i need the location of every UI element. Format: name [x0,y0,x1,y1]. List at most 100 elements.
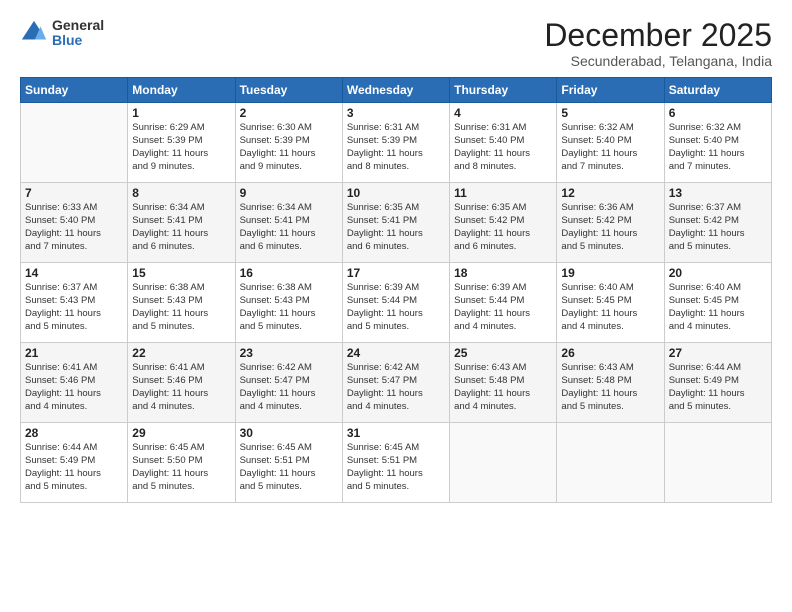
cell-info: Sunrise: 6:31 AMSunset: 5:39 PMDaylight:… [347,122,445,173]
logo-text: General Blue [52,18,104,49]
cell-info: Sunrise: 6:45 AMSunset: 5:51 PMDaylight:… [240,442,338,493]
calendar-week-row: 1Sunrise: 6:29 AMSunset: 5:39 PMDaylight… [21,103,772,183]
day-number: 8 [132,186,230,200]
calendar-cell: 1Sunrise: 6:29 AMSunset: 5:39 PMDaylight… [128,103,235,183]
col-header-monday: Monday [128,78,235,103]
cell-info: Sunrise: 6:39 AMSunset: 5:44 PMDaylight:… [347,282,445,333]
day-number: 6 [669,106,767,120]
day-number: 10 [347,186,445,200]
day-number: 1 [132,106,230,120]
calendar-week-row: 7 Sunrise: 6:33 AMSunset: 5:40 PMDaylight… [21,183,772,263]
calendar-cell: 27 Sunrise: 6:44 AMSunset: 5:49 PMDayligh… [664,343,771,423]
cell-info: Sunrise: 6:32 AMSunset: 5:40 PMDaylight:… [561,122,659,173]
day-number: 20 [669,266,767,280]
calendar-cell: 4 Sunrise: 6:31 AMSunset: 5:40 PMDaylight… [450,103,557,183]
cell-info: Sunrise: 6:38 AMSunset: 5:43 PMDaylight:… [132,282,230,333]
day-number: 25 [454,346,552,360]
calendar-cell [450,423,557,503]
cell-info: Sunrise: 6:40 AMSunset: 5:45 PMDaylight:… [669,282,767,333]
day-number: 21 [25,346,123,360]
cell-info: Sunrise: 6:41 AMSunset: 5:46 PMDaylight:… [25,362,123,413]
calendar-cell: 28Sunrise: 6:44 AMSunset: 5:49 PMDayligh… [21,423,128,503]
calendar-week-row: 28Sunrise: 6:44 AMSunset: 5:49 PMDayligh… [21,423,772,503]
header: General Blue December 2025 Secunderabad,… [20,18,772,69]
cell-info: Sunrise: 6:43 AMSunset: 5:48 PMDaylight:… [454,362,552,413]
calendar-cell: 10 Sunrise: 6:35 AMSunset: 5:41 PMDayligh… [342,183,449,263]
day-number: 12 [561,186,659,200]
calendar-cell: 16Sunrise: 6:38 AMSunset: 5:43 PMDayligh… [235,263,342,343]
calendar-week-row: 21 Sunrise: 6:41 AMSunset: 5:46 PMDayligh… [21,343,772,423]
day-number: 24 [347,346,445,360]
cell-info: Sunrise: 6:41 AMSunset: 5:46 PMDaylight:… [132,362,230,413]
calendar-cell: 2 Sunrise: 6:30 AMSunset: 5:39 PMDaylight… [235,103,342,183]
calendar-cell: 22 Sunrise: 6:41 AMSunset: 5:46 PMDayligh… [128,343,235,423]
day-number: 27 [669,346,767,360]
day-number: 2 [240,106,338,120]
cell-info: Sunrise: 6:42 AMSunset: 5:47 PMDaylight:… [347,362,445,413]
cell-info: Sunrise: 6:35 AMSunset: 5:41 PMDaylight:… [347,202,445,253]
day-number: 30 [240,426,338,440]
cell-info: Sunrise: 6:37 AMSunset: 5:42 PMDaylight:… [669,202,767,253]
cell-info: Sunrise: 6:38 AMSunset: 5:43 PMDaylight:… [240,282,338,333]
day-number: 18 [454,266,552,280]
cell-info: Sunrise: 6:34 AMSunset: 5:41 PMDaylight:… [132,202,230,253]
day-number: 7 [25,186,123,200]
calendar-cell: 9Sunrise: 6:34 AMSunset: 5:41 PMDaylight… [235,183,342,263]
month-title: December 2025 [544,18,772,53]
cell-info: Sunrise: 6:43 AMSunset: 5:48 PMDaylight:… [561,362,659,413]
cell-info: Sunrise: 6:39 AMSunset: 5:44 PMDaylight:… [454,282,552,333]
day-number: 22 [132,346,230,360]
cell-info: Sunrise: 6:45 AMSunset: 5:50 PMDaylight:… [132,442,230,493]
cell-info: Sunrise: 6:37 AMSunset: 5:43 PMDaylight:… [25,282,123,333]
day-number: 17 [347,266,445,280]
calendar-cell: 30 Sunrise: 6:45 AMSunset: 5:51 PMDayligh… [235,423,342,503]
calendar-header-row: SundayMondayTuesdayWednesdayThursdayFrid… [21,78,772,103]
cell-info: Sunrise: 6:34 AMSunset: 5:41 PMDaylight:… [240,202,338,253]
day-number: 13 [669,186,767,200]
calendar-cell: 8 Sunrise: 6:34 AMSunset: 5:41 PMDaylight… [128,183,235,263]
title-block: December 2025 Secunderabad, Telangana, I… [544,18,772,69]
cell-info: Sunrise: 6:31 AMSunset: 5:40 PMDaylight:… [454,122,552,173]
col-header-wednesday: Wednesday [342,78,449,103]
day-number: 5 [561,106,659,120]
day-number: 26 [561,346,659,360]
calendar-cell: 29 Sunrise: 6:45 AMSunset: 5:50 PMDayligh… [128,423,235,503]
calendar-cell [21,103,128,183]
calendar-cell: 14 Sunrise: 6:37 AMSunset: 5:43 PMDayligh… [21,263,128,343]
calendar-cell: 21 Sunrise: 6:41 AMSunset: 5:46 PMDayligh… [21,343,128,423]
cell-info: Sunrise: 6:45 AMSunset: 5:51 PMDaylight:… [347,442,445,493]
calendar-week-row: 14 Sunrise: 6:37 AMSunset: 5:43 PMDayligh… [21,263,772,343]
location-subtitle: Secunderabad, Telangana, India [544,53,772,69]
col-header-tuesday: Tuesday [235,78,342,103]
calendar-cell: 13 Sunrise: 6:37 AMSunset: 5:42 PMDayligh… [664,183,771,263]
cell-info: Sunrise: 6:42 AMSunset: 5:47 PMDaylight:… [240,362,338,413]
calendar-cell: 23 Sunrise: 6:42 AMSunset: 5:47 PMDayligh… [235,343,342,423]
day-number: 14 [25,266,123,280]
logo-icon [20,19,48,47]
cell-info: Sunrise: 6:44 AMSunset: 5:49 PMDaylight:… [25,442,123,493]
calendar-cell: 31Sunrise: 6:45 AMSunset: 5:51 PMDayligh… [342,423,449,503]
cell-info: Sunrise: 6:30 AMSunset: 5:39 PMDaylight:… [240,122,338,173]
day-number: 3 [347,106,445,120]
calendar-cell [664,423,771,503]
cell-info: Sunrise: 6:40 AMSunset: 5:45 PMDaylight:… [561,282,659,333]
calendar-cell: 15 Sunrise: 6:38 AMSunset: 5:43 PMDayligh… [128,263,235,343]
calendar-cell: 19Sunrise: 6:40 AMSunset: 5:45 PMDayligh… [557,263,664,343]
logo-general-label: General [52,18,104,33]
calendar-cell: 24 Sunrise: 6:42 AMSunset: 5:47 PMDayligh… [342,343,449,423]
cell-info: Sunrise: 6:32 AMSunset: 5:40 PMDaylight:… [669,122,767,173]
day-number: 23 [240,346,338,360]
calendar-cell: 25 Sunrise: 6:43 AMSunset: 5:48 PMDayligh… [450,343,557,423]
col-header-sunday: Sunday [21,78,128,103]
logo: General Blue [20,18,104,49]
calendar-cell: 7 Sunrise: 6:33 AMSunset: 5:40 PMDaylight… [21,183,128,263]
day-number: 11 [454,186,552,200]
day-number: 15 [132,266,230,280]
calendar-cell: 18 Sunrise: 6:39 AMSunset: 5:44 PMDayligh… [450,263,557,343]
page: General Blue December 2025 Secunderabad,… [0,0,792,612]
cell-info: Sunrise: 6:44 AMSunset: 5:49 PMDaylight:… [669,362,767,413]
day-number: 29 [132,426,230,440]
cell-info: Sunrise: 6:33 AMSunset: 5:40 PMDaylight:… [25,202,123,253]
day-number: 4 [454,106,552,120]
calendar-table: SundayMondayTuesdayWednesdayThursdayFrid… [20,77,772,503]
